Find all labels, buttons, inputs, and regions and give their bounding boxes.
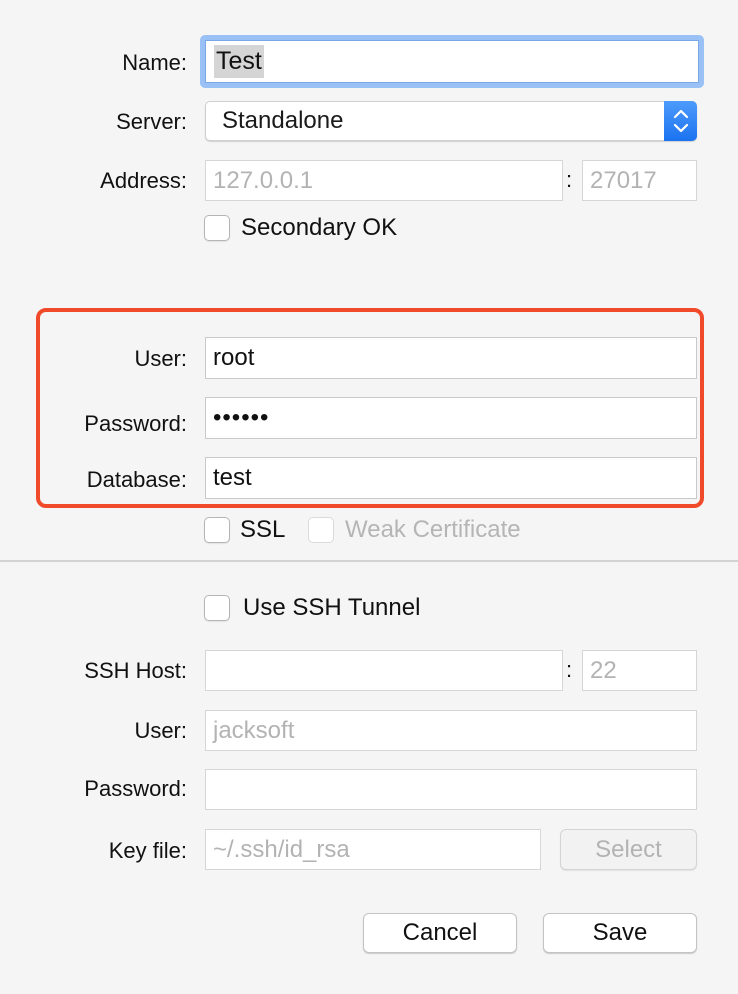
server-select[interactable]: Standalone (205, 101, 697, 141)
database-label: Database: (86, 467, 187, 492)
ssh-user-input[interactable]: jacksoft (205, 710, 697, 751)
port-input[interactable]: 27017 (582, 160, 697, 201)
ssl-checkbox[interactable] (204, 517, 230, 543)
secondary-ok-checkbox[interactable] (204, 215, 230, 241)
address-label: Address: (100, 168, 187, 193)
password-input[interactable]: •••••• (205, 397, 697, 439)
ssh-password-input[interactable] (205, 769, 697, 810)
user-input[interactable]: root (205, 337, 697, 379)
ssh-user-label: User: (134, 718, 187, 743)
weak-certificate-label: Weak Certificate (345, 516, 521, 543)
save-button[interactable]: Save (543, 913, 697, 953)
name-input-value: Test (214, 45, 264, 78)
server-select-value: Standalone (222, 107, 344, 134)
key-file-label: Key file: (108, 838, 187, 863)
section-divider (0, 560, 738, 562)
server-label: Server: (116, 109, 187, 134)
name-label: Name: (122, 50, 187, 75)
port-separator: : (566, 167, 573, 192)
up-down-chevron-icon[interactable] (664, 101, 697, 141)
key-file-input[interactable]: ~/.ssh/id_rsa (205, 829, 541, 870)
address-input[interactable]: 127.0.0.1 (205, 160, 563, 201)
cancel-button[interactable]: Cancel (363, 913, 517, 953)
name-input[interactable]: Test (200, 35, 704, 88)
ssh-port-separator: : (566, 657, 573, 682)
password-label: Password: (84, 411, 187, 436)
weak-certificate-checkbox[interactable] (308, 517, 334, 543)
ssh-port-input[interactable]: 22 (582, 650, 697, 691)
ssl-label: SSL (240, 516, 286, 543)
secondary-ok-label: Secondary OK (241, 214, 398, 241)
ssh-password-label: Password: (84, 776, 187, 801)
database-input[interactable]: test (205, 457, 697, 499)
ssh-host-label: SSH Host: (84, 658, 187, 683)
user-label: User: (134, 346, 187, 371)
ssh-host-input[interactable] (205, 650, 563, 691)
select-key-file-button[interactable]: Select (560, 829, 697, 870)
ssh-tunnel-checkbox[interactable] (204, 595, 230, 621)
ssh-tunnel-label: Use SSH Tunnel (243, 594, 421, 621)
